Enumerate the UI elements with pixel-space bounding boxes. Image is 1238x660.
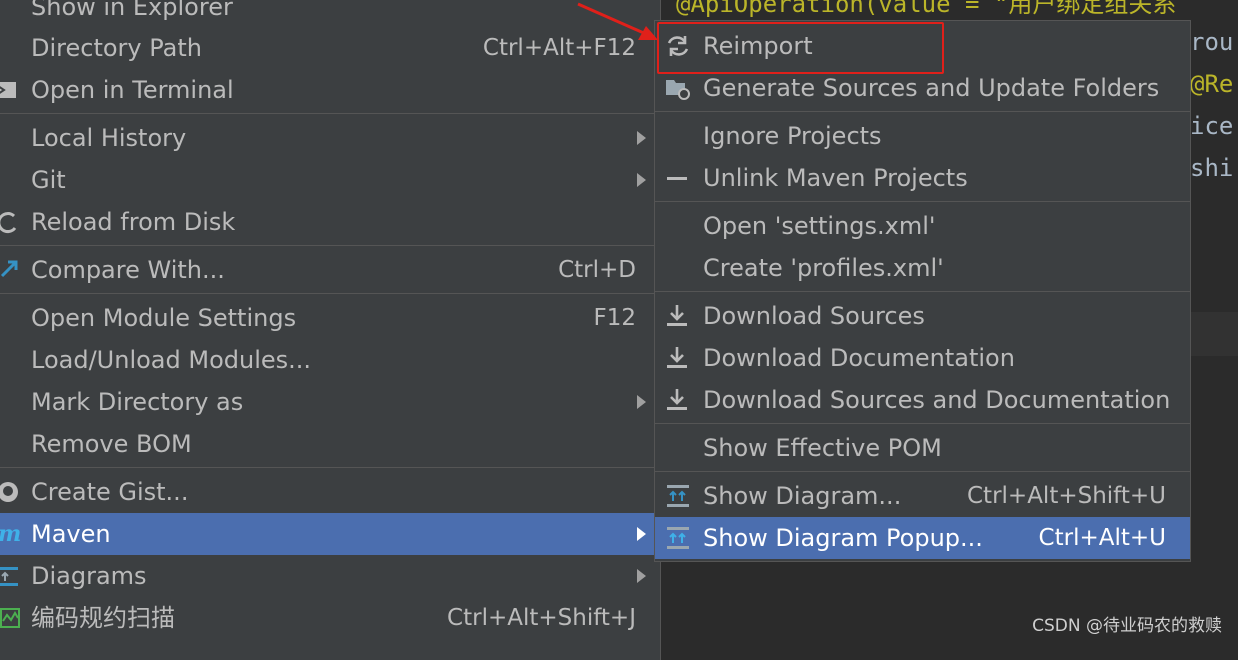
github-icon [0, 480, 22, 504]
watermark: CSDN @待业码农的救赎 [1032, 616, 1222, 636]
menu-item-compare-with[interactable]: Compare With... Ctrl+D [0, 249, 660, 291]
menu-item-label: Reload from Disk [31, 208, 236, 236]
terminal-icon [0, 78, 22, 102]
annotation-arrow-icon [577, 2, 658, 40]
submenu-item-show-effective-pom[interactable]: Show Effective POM [655, 427, 1190, 469]
submenu-item-label: Create 'profiles.xml' [703, 254, 944, 282]
submenu-item-show-diagram-popup[interactable]: Show Diagram Popup... Ctrl+Alt+U [655, 517, 1190, 559]
menu-item-label: Diagrams [31, 562, 147, 590]
menu-item-mark-directory-as[interactable]: Mark Directory as [0, 381, 660, 423]
menu-item-label: Show in Explorer [31, 0, 233, 21]
minus-icon [665, 165, 691, 191]
submenu-item-ignore-projects[interactable]: Ignore Projects [655, 115, 1190, 157]
menu-item-open-module-settings[interactable]: Open Module Settings F12 [0, 297, 660, 339]
menu-item-shortcut: F12 [593, 305, 637, 331]
submenu-arrow-icon [637, 569, 646, 583]
menu-item-label: Compare With... [31, 256, 225, 284]
menu-item-label: Directory Path [31, 34, 202, 62]
svg-text:m: m [0, 522, 21, 546]
maven-submenu: Reimport Generate Sources and Update Fol… [654, 20, 1191, 562]
submenu-item-shortcut: Ctrl+Alt+U [1038, 525, 1166, 551]
menu-item-diagrams[interactable]: Diagrams [0, 555, 660, 597]
menu-item-shortcut: Ctrl+Alt+Shift+J [447, 605, 636, 631]
menu-separator [0, 293, 660, 294]
menu-item-label: 编码规约扫描 [31, 604, 175, 632]
code-line: rou [1190, 28, 1234, 56]
menu-item-code-scan[interactable]: 编码规约扫描 Ctrl+Alt+Shift+J [0, 597, 660, 639]
project-context-menu: Show in Explorer Directory Path Ctrl+Alt… [0, 0, 661, 660]
download-icon [665, 345, 691, 371]
submenu-item-label: Download Documentation [703, 344, 1015, 372]
submenu-item-download-sources[interactable]: Download Sources [655, 295, 1190, 337]
code-line: shi [1190, 154, 1234, 182]
menu-separator [0, 113, 660, 114]
folder-refresh-icon [665, 75, 691, 101]
submenu-item-create-profiles-xml[interactable]: Create 'profiles.xml' [655, 247, 1190, 289]
submenu-item-unlink-maven-projects[interactable]: Unlink Maven Projects [655, 157, 1190, 199]
submenu-arrow-icon [637, 131, 646, 145]
diagram-icon [0, 564, 22, 588]
menu-item-reload-from-disk[interactable]: Reload from Disk [0, 201, 660, 243]
menu-separator [655, 471, 1190, 472]
submenu-item-label: Download Sources [703, 302, 925, 330]
submenu-arrow-icon [637, 395, 646, 409]
submenu-item-label: Download Sources and Documentation [703, 386, 1171, 414]
menu-item-label: Mark Directory as [31, 388, 244, 416]
submenu-item-show-diagram[interactable]: Show Diagram... Ctrl+Alt+Shift+U [655, 475, 1190, 517]
menu-item-maven[interactable]: m Maven [0, 513, 660, 555]
menu-item-open-in-terminal[interactable]: Open in Terminal [0, 69, 660, 111]
submenu-item-label: Show Diagram Popup... [703, 524, 983, 552]
menu-item-label: Load/Unload Modules... [31, 346, 312, 374]
menu-separator [655, 111, 1190, 112]
submenu-arrow-icon [637, 173, 646, 187]
scan-icon [0, 606, 22, 630]
menu-separator [655, 291, 1190, 292]
menu-separator [655, 423, 1190, 424]
menu-item-remove-bom[interactable]: Remove BOM [0, 423, 660, 465]
menu-item-label: Git [31, 166, 66, 194]
submenu-item-shortcut: Ctrl+Alt+Shift+U [967, 483, 1166, 509]
code-line: @Re [1190, 70, 1234, 98]
menu-item-git[interactable]: Git [0, 159, 660, 201]
submenu-item-label: Ignore Projects [703, 122, 882, 150]
compare-icon [0, 258, 22, 282]
menu-item-label: Open in Terminal [31, 76, 234, 104]
diagram-icon [665, 483, 691, 509]
download-icon [665, 387, 691, 413]
menu-item-label: Remove BOM [31, 430, 192, 458]
reload-icon [0, 210, 22, 234]
submenu-item-label: Open 'settings.xml' [703, 212, 936, 240]
submenu-item-open-settings-xml[interactable]: Open 'settings.xml' [655, 205, 1190, 247]
menu-item-label: Create Gist... [31, 478, 189, 506]
annotation-highlight-box [657, 22, 944, 74]
menu-separator [0, 467, 660, 468]
menu-item-create-gist[interactable]: Create Gist... [0, 471, 660, 513]
menu-item-shortcut: Ctrl+D [558, 257, 636, 283]
submenu-arrow-icon [637, 527, 646, 541]
menu-separator [0, 245, 660, 246]
maven-icon: m [0, 521, 22, 547]
download-icon [665, 303, 691, 329]
submenu-item-label: Show Diagram... [703, 482, 902, 510]
menu-separator [655, 201, 1190, 202]
code-line-annotation: @ApiOperation(value = "用户绑定组关系 [676, 0, 1177, 18]
menu-item-label: Maven [31, 520, 111, 548]
submenu-item-label: Show Effective POM [703, 434, 942, 462]
diagram-icon [665, 525, 691, 551]
menu-item-local-history[interactable]: Local History [0, 117, 660, 159]
menu-item-label: Local History [31, 124, 187, 152]
menu-item-label: Open Module Settings [31, 304, 297, 332]
submenu-item-label: Unlink Maven Projects [703, 164, 968, 192]
code-line: ice [1190, 112, 1234, 140]
submenu-item-download-sources-and-docs[interactable]: Download Sources and Documentation [655, 379, 1190, 421]
submenu-item-download-documentation[interactable]: Download Documentation [655, 337, 1190, 379]
menu-item-load-unload-modules[interactable]: Load/Unload Modules... [0, 339, 660, 381]
